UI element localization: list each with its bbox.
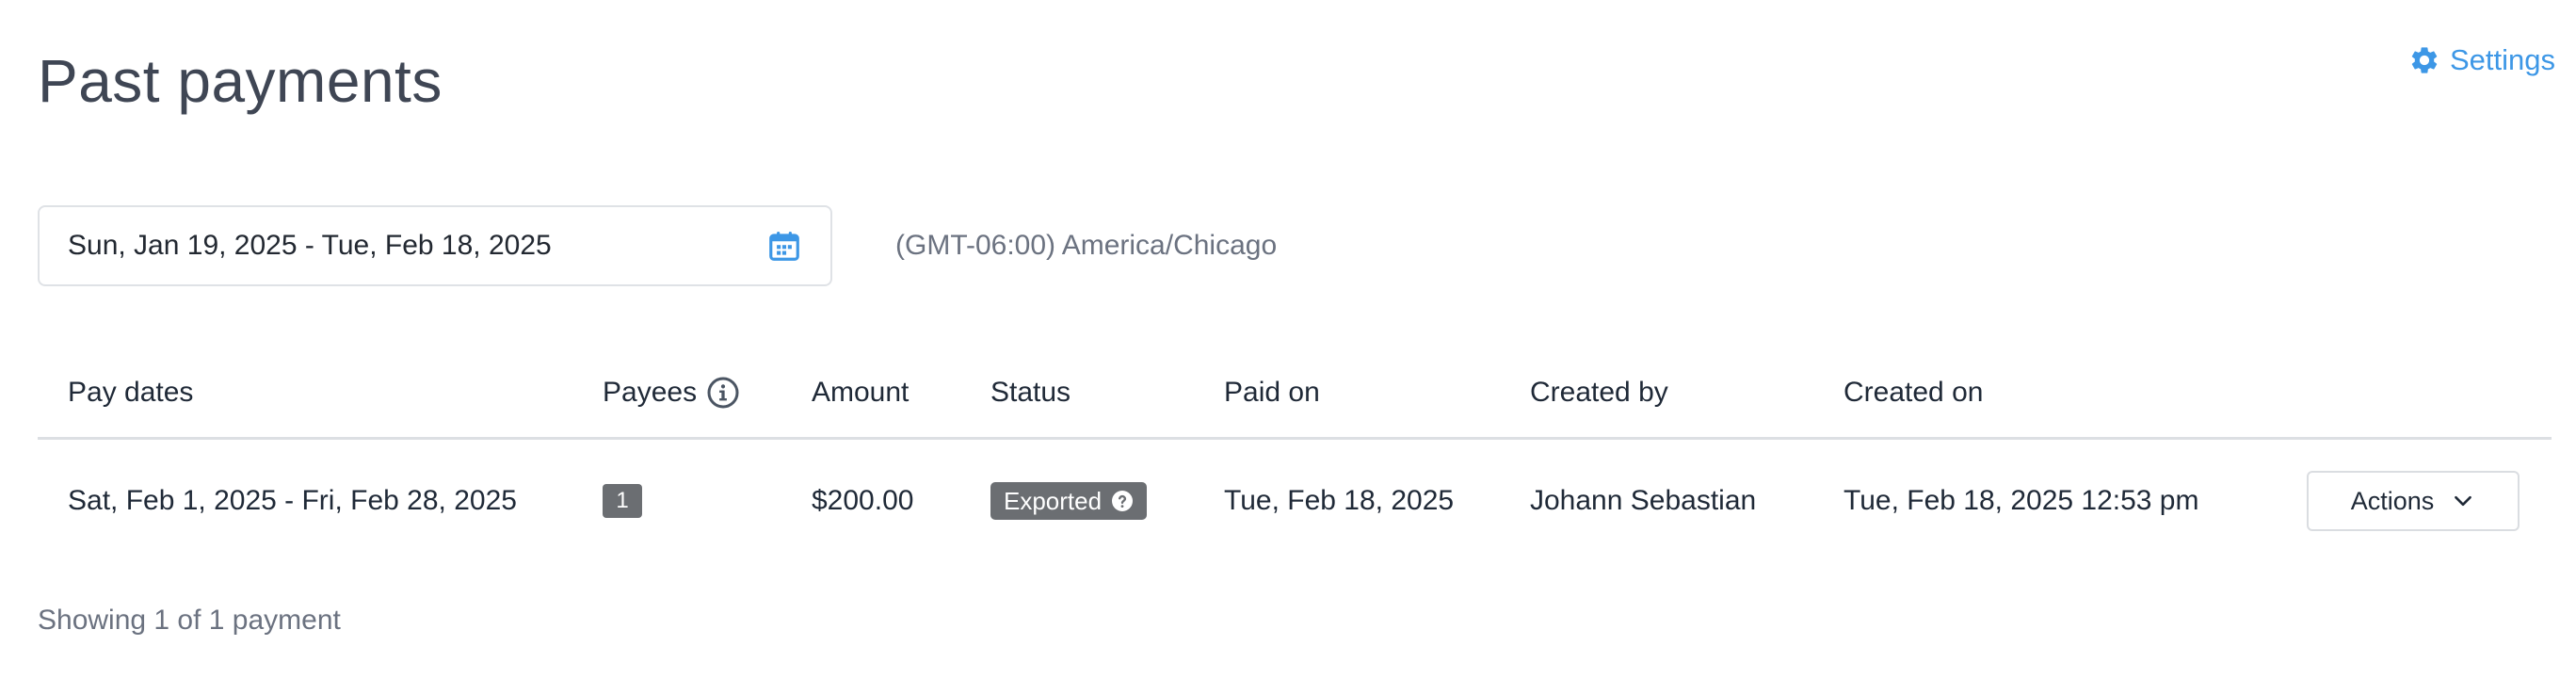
table-header: Pay dates Payees Amount Status Paid on C… xyxy=(38,348,2552,440)
question-circle-icon xyxy=(1111,490,1134,512)
column-header-created-on[interactable]: Created on xyxy=(1843,348,1983,437)
info-icon[interactable] xyxy=(706,376,740,410)
paid-on-cell: Tue, Feb 18, 2025 xyxy=(1224,485,1455,516)
actions-label: Actions xyxy=(2350,486,2435,515)
created-by-cell: Johann Sebastian xyxy=(1530,485,1757,516)
chevron-down-icon xyxy=(2451,489,2475,513)
column-header-amount[interactable]: Amount xyxy=(812,348,909,437)
column-header-label: Created by xyxy=(1530,377,1668,408)
past-payments-page: Past payments Settings Sun, Jan 19, 2025… xyxy=(0,0,2576,678)
column-header-payees[interactable]: Payees xyxy=(603,348,740,437)
amount-cell: $200.00 xyxy=(812,485,914,516)
status-badge[interactable]: Exported xyxy=(990,482,1148,520)
table-row[interactable]: Sat, Feb 1, 2025 - Fri, Feb 28, 2025 1 $… xyxy=(38,440,2552,562)
pay-dates-cell: Sat, Feb 1, 2025 - Fri, Feb 28, 2025 xyxy=(68,485,517,516)
column-header-label: Paid on xyxy=(1224,377,1320,408)
status-label: Exported xyxy=(1004,486,1103,515)
settings-label: Settings xyxy=(2449,43,2555,76)
payee-count-badge: 1 xyxy=(603,484,642,518)
column-header-pay-dates[interactable]: Pay dates xyxy=(68,348,193,437)
column-header-paid-on[interactable]: Paid on xyxy=(1224,348,1320,437)
results-count: Showing 1 of 1 payment xyxy=(38,605,341,636)
payees-cell: 1 xyxy=(603,440,642,562)
date-range-value: Sun, Jan 19, 2025 - Tue, Feb 18, 2025 xyxy=(68,230,552,261)
gear-icon xyxy=(2408,44,2440,76)
calendar-icon[interactable] xyxy=(766,228,802,264)
actions-dropdown-button[interactable]: Actions xyxy=(2307,471,2520,531)
column-header-label: Payees xyxy=(603,377,698,408)
column-header-status[interactable]: Status xyxy=(990,348,1071,437)
date-range-picker[interactable]: Sun, Jan 19, 2025 - Tue, Feb 18, 2025 xyxy=(38,205,832,286)
status-cell: Exported xyxy=(990,440,1148,562)
created-on-cell: Tue, Feb 18, 2025 12:53 pm xyxy=(1843,485,2199,516)
timezone-label: (GMT-06:00) America/Chicago xyxy=(895,230,1278,261)
page-title: Past payments xyxy=(38,47,443,115)
column-header-created-by[interactable]: Created by xyxy=(1530,348,1668,437)
column-header-label: Status xyxy=(990,377,1071,408)
column-header-label: Pay dates xyxy=(68,377,194,408)
column-header-label: Amount xyxy=(812,377,910,408)
settings-link[interactable]: Settings xyxy=(2408,38,2555,83)
payments-table: Pay dates Payees Amount Status Paid on C… xyxy=(38,348,2552,562)
column-header-label: Created on xyxy=(1843,377,1984,408)
